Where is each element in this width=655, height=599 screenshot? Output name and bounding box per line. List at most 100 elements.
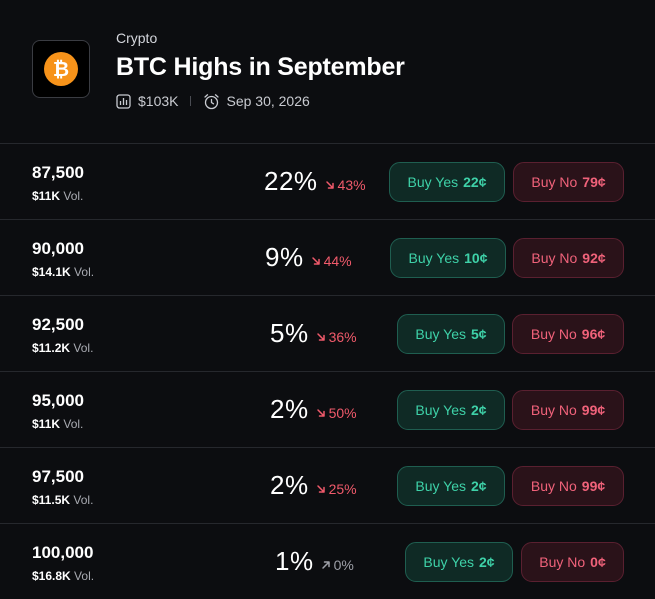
volume-amount: $11.5K — [32, 493, 71, 507]
buy-no-button[interactable]: Buy No 79¢ — [513, 162, 624, 202]
yes-price: 22¢ — [463, 174, 487, 190]
outcome-label: 90,000 — [32, 239, 84, 258]
chance-percent: 2% — [270, 470, 309, 500]
arrow-down-right-icon — [311, 257, 320, 265]
buy-no-label: Buy No — [530, 402, 577, 418]
market-row[interactable]: 90,000 $14.1K Vol. 9% 44% Buy Yes 10¢ Buy No 92… — [0, 219, 655, 295]
yes-price: 2¢ — [471, 402, 487, 418]
buy-no-button[interactable]: Buy No 99¢ — [512, 390, 624, 430]
outcome-volume: $14.1K Vol. — [32, 265, 94, 279]
buy-yes-button[interactable]: Buy Yes 2¢ — [397, 466, 505, 506]
change-value: 44% — [323, 253, 352, 269]
market-row[interactable]: 92,500 $11.2K Vol. 5% 36% Buy Yes 5¢ Buy No 96¢ — [0, 295, 655, 371]
page-title: BTC Highs in September — [116, 53, 405, 81]
buy-no-label: Buy No — [539, 554, 586, 570]
arrow-down-right-icon — [316, 333, 325, 341]
volume-suffix: Vol. — [73, 493, 94, 507]
yes-price: 2¢ — [479, 554, 495, 570]
outcome-label: 92,500 — [32, 315, 84, 334]
category-label[interactable]: Crypto — [116, 30, 157, 46]
alarm-clock-icon — [203, 93, 220, 110]
chance-change: 43% — [325, 177, 366, 193]
arrow-down-right-icon — [316, 409, 325, 417]
buy-yes-label: Buy Yes — [408, 250, 460, 266]
market-logo: ₿ — [32, 40, 90, 98]
chance-group: 9% 44% — [265, 242, 352, 273]
buy-yes-label: Buy Yes — [423, 554, 475, 570]
svg-text:₿: ₿ — [53, 57, 69, 81]
chance-change: 0% — [321, 557, 354, 573]
chance-change: 50% — [316, 405, 357, 421]
total-volume: $103K — [138, 93, 179, 109]
volume-suffix: Vol. — [63, 189, 84, 203]
outcome-volume: $11K Vol. — [32, 417, 83, 431]
chance-percent: 5% — [270, 318, 309, 348]
volume-amount: $16.8K — [32, 569, 71, 583]
buy-no-button[interactable]: Buy No 99¢ — [512, 466, 624, 506]
end-date: Sep 30, 2026 — [226, 93, 310, 109]
buy-yes-button[interactable]: Buy Yes 2¢ — [397, 390, 505, 430]
change-value: 0% — [333, 557, 354, 573]
volume-suffix: Vol. — [74, 265, 95, 279]
volume-suffix: Vol. — [73, 341, 94, 355]
meta-divider — [190, 96, 192, 106]
volume-amount: $14.1K — [32, 265, 71, 279]
buy-yes-label: Buy Yes — [415, 326, 467, 342]
market-meta: $103K Sep 30, 2026 — [116, 91, 310, 111]
volume-amount: $11K — [32, 417, 61, 431]
buy-no-button[interactable]: Buy No 96¢ — [512, 314, 624, 354]
chance-change: 36% — [316, 329, 357, 345]
outcome-volume: $11.5K Vol. — [32, 493, 93, 507]
buy-yes-button[interactable]: Buy Yes 2¢ — [405, 542, 513, 582]
buy-yes-button[interactable]: Buy Yes 10¢ — [390, 238, 506, 278]
chance-group: 1% 0% — [275, 546, 354, 577]
buy-no-button[interactable]: Buy No 92¢ — [513, 238, 624, 278]
market-row[interactable]: 87,500 $11K Vol. 22% 43% Buy Yes 22¢ Buy No 79¢ — [0, 143, 655, 219]
change-value: 50% — [328, 405, 357, 421]
no-price: 92¢ — [582, 250, 606, 266]
chance-group: 2% 25% — [270, 470, 357, 501]
chance-percent: 2% — [270, 394, 309, 424]
arrow-down-right-icon — [316, 485, 325, 493]
no-price: 79¢ — [582, 174, 606, 190]
volume-amount: $11.2K — [32, 341, 71, 355]
outcome-label: 95,000 — [32, 391, 84, 410]
chance-group: 22% 43% — [264, 166, 366, 197]
buy-no-label: Buy No — [530, 326, 577, 342]
no-price: 99¢ — [581, 402, 606, 418]
buy-yes-label: Buy Yes — [415, 402, 467, 418]
arrow-up-right-icon — [321, 561, 330, 569]
outcome-volume: $16.8K Vol. — [32, 569, 94, 583]
buy-no-label: Buy No — [531, 174, 578, 190]
chart-bars-icon — [116, 93, 131, 109]
buy-no-label: Buy No — [531, 250, 578, 266]
change-value: 25% — [328, 481, 357, 497]
market-row[interactable]: 95,000 $11K Vol. 2% 50% Buy Yes 2¢ Buy No 99¢ — [0, 371, 655, 447]
market-row[interactable]: 100,000 $16.8K Vol. 1% 0% Buy Yes 2¢ Buy No 0¢ — [0, 523, 655, 599]
outcome-label: 87,500 — [32, 163, 84, 182]
outcome-volume: $11K Vol. — [32, 189, 83, 203]
arrow-down-right-icon — [325, 181, 334, 189]
market-header: ₿ Crypto BTC Highs in September $103K Se… — [0, 0, 655, 143]
buy-yes-button[interactable]: Buy Yes 5¢ — [397, 314, 505, 354]
buy-no-button[interactable]: Buy No 0¢ — [521, 542, 624, 582]
market-list: 87,500 $11K Vol. 22% 43% Buy Yes 22¢ Buy No 79¢… — [0, 143, 655, 599]
chance-change: 44% — [311, 253, 352, 269]
chance-group: 2% 50% — [270, 394, 357, 425]
outcome-label: 100,000 — [32, 543, 94, 562]
change-value: 36% — [328, 329, 357, 345]
no-price: 0¢ — [590, 554, 606, 570]
chance-percent: 9% — [265, 242, 304, 272]
buy-yes-label: Buy Yes — [407, 174, 459, 190]
yes-price: 2¢ — [471, 478, 487, 494]
yes-price: 5¢ — [471, 326, 487, 342]
volume-amount: $11K — [32, 189, 61, 203]
no-price: 96¢ — [581, 326, 606, 342]
outcome-label: 97,500 — [32, 467, 84, 486]
outcome-volume: $11.2K Vol. — [32, 341, 93, 355]
market-row[interactable]: 97,500 $11.5K Vol. 2% 25% Buy Yes 2¢ Buy No 99¢ — [0, 447, 655, 523]
buy-yes-button[interactable]: Buy Yes 22¢ — [389, 162, 505, 202]
volume-suffix: Vol. — [74, 569, 95, 583]
buy-no-label: Buy No — [530, 478, 577, 494]
chance-change: 25% — [316, 481, 357, 497]
